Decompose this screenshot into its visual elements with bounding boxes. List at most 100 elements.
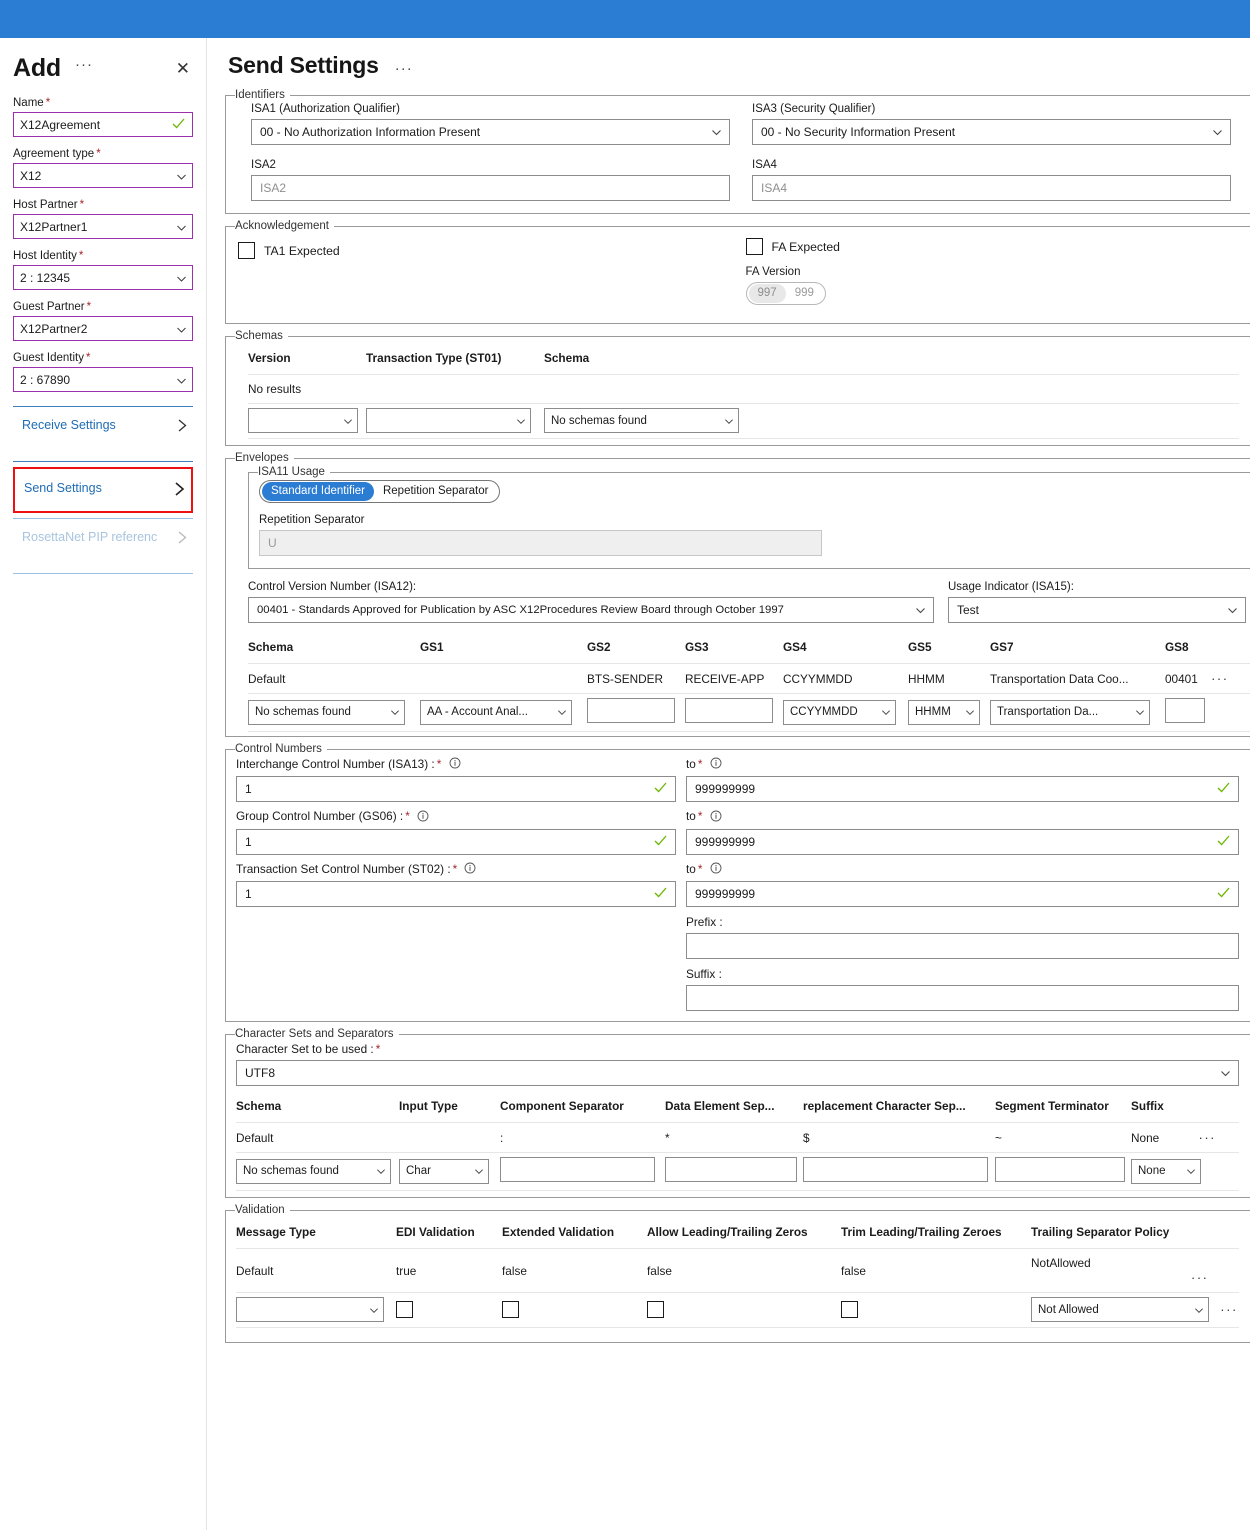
name-field[interactable]: X12Agreement (13, 112, 193, 137)
isa13-to-input[interactable]: 999999999 (686, 776, 1239, 803)
isa11-usage-toggle[interactable]: Standard Identifier Repetition Separator (259, 480, 501, 503)
gs-schema-select[interactable]: No schemas found (248, 699, 405, 725)
schemas-schema-select[interactable]: No schemas found (544, 408, 739, 433)
gs2-input[interactable] (587, 698, 675, 723)
fa-version-label: FA Version (745, 266, 801, 278)
chevron-right-icon (173, 481, 187, 500)
isa4-input[interactable]: ISA4 (752, 175, 1231, 201)
edi-validation-checkbox[interactable] (396, 1301, 413, 1319)
trailing-separator-policy-select[interactable]: Not Allowed (1031, 1297, 1209, 1323)
cell-segment-terminator (995, 1152, 1131, 1192)
input-type-select[interactable]: Char (399, 1158, 489, 1184)
info-icon[interactable] (710, 862, 722, 877)
fa-expected-row[interactable]: FA Expected (745, 238, 1232, 255)
info-icon[interactable] (417, 810, 429, 825)
gs06-label: Group Control Number (GS06) : * (236, 809, 676, 824)
cell-message-type (236, 1292, 396, 1329)
gs1-select[interactable]: AA - Account Anal... (420, 699, 572, 725)
suffix-input[interactable] (686, 985, 1239, 1012)
fa-version-option-999[interactable]: 999 (786, 284, 823, 303)
data-element-separator-input[interactable] (665, 1157, 797, 1183)
ta1-expected-row[interactable]: TA1 Expected (238, 242, 724, 259)
cell-gs3: RECEIVE-APP (685, 663, 783, 694)
validation-legend: Validation (235, 1204, 285, 1217)
row-menu-icon[interactable]: ··· (1211, 671, 1229, 686)
info-icon[interactable] (449, 757, 461, 772)
guest-identity-select[interactable]: 2 : 67890 (13, 367, 193, 392)
isa11-option-standard-identifier[interactable]: Standard Identifier (262, 482, 374, 501)
extended-validation-checkbox[interactable] (502, 1301, 519, 1319)
sidebar-item-send-settings[interactable]: Send Settings (15, 469, 191, 511)
prefix-input[interactable] (686, 933, 1239, 960)
charset-select[interactable]: UTF8 (236, 1060, 1239, 1087)
component-separator-input[interactable] (500, 1157, 655, 1183)
info-icon[interactable] (464, 862, 476, 877)
sidebar-item-rosettanet-pip-reference[interactable]: RosettaNet PIP referenc (13, 519, 193, 559)
suffix-select[interactable]: None (1131, 1158, 1201, 1184)
host-partner-select[interactable]: X12Partner1 (13, 214, 193, 239)
ta1-expected-checkbox[interactable] (238, 242, 255, 259)
charsets-schema-select[interactable]: No schemas found (236, 1158, 391, 1184)
fa-version-toggle[interactable]: 997 999 (745, 282, 826, 305)
isa1-label: ISA1 (Authorization Qualifier) (251, 103, 400, 115)
usage-indicator-select[interactable]: Test (948, 597, 1246, 623)
isa2-label: ISA2 (251, 159, 276, 171)
row-menu-icon[interactable]: ··· (1198, 1130, 1216, 1145)
blade-form: Name * X12Agreement Agreement type * X12 H… (0, 83, 206, 574)
gs06-to-input[interactable]: 999999999 (686, 828, 1239, 855)
control-version-select[interactable]: 00401 - Standards Approved for Publicati… (248, 597, 934, 623)
row-menu-icon[interactable]: ··· (1220, 1302, 1238, 1317)
gs4-select[interactable]: CCYYMMDD (783, 699, 896, 725)
st02-from-input[interactable]: 1 (236, 881, 676, 908)
trim-leading-trailing-zeroes-checkbox[interactable] (841, 1301, 858, 1319)
info-icon[interactable] (710, 757, 722, 772)
agreement-type-label: Agreement type * (13, 148, 101, 160)
fa-expected-checkbox[interactable] (745, 238, 763, 255)
blade-more-icon[interactable]: ··· (75, 57, 93, 77)
cell-input-type: Char (399, 1152, 500, 1192)
replacement-character-separator-input[interactable] (803, 1157, 988, 1183)
row-menu-icon[interactable]: ··· (1191, 1270, 1209, 1285)
isa1-select[interactable]: 00 - No Authorization Information Presen… (251, 119, 730, 145)
isa11-option-repetition-separator[interactable]: Repetition Separator (374, 482, 497, 501)
repetition-separator-input: U (259, 530, 822, 556)
gs5-select[interactable]: HHMM (908, 699, 980, 725)
gs06-from-value: 1 (245, 834, 252, 849)
divider (13, 573, 193, 574)
trailing-separator-policy-value: Not Allowed (1038, 1303, 1099, 1316)
info-icon[interactable] (710, 810, 722, 825)
fa-version-option-997[interactable]: 997 (748, 284, 786, 303)
segment-terminator-input[interactable] (995, 1157, 1125, 1183)
chevron-down-icon (711, 127, 721, 137)
isa4-placeholder-text: ISA4 (761, 181, 788, 195)
host-identity-value: 2 : 12345 (20, 270, 71, 285)
gs7-select[interactable]: Transportation Da... (990, 699, 1150, 725)
gs3-input[interactable] (685, 698, 773, 723)
gs8-input[interactable] (1165, 698, 1205, 723)
col-segment-terminator: Segment Terminator (995, 1092, 1131, 1124)
message-type-select[interactable] (236, 1297, 384, 1323)
agreement-type-select[interactable]: X12 (13, 163, 193, 188)
usage-indicator-label: Usage Indicator (ISA15): (948, 581, 1074, 593)
guest-partner-select[interactable]: X12Partner2 (13, 316, 193, 341)
validation-table: Message Type EDI Validation Extended Val… (236, 1218, 1239, 1329)
isa2-input[interactable]: ISA2 (251, 175, 730, 201)
valid-check-icon (654, 886, 667, 902)
usage-indicator-value: Test (957, 603, 980, 617)
col-replacement-character-separator: replacement Character Sep... (803, 1092, 995, 1124)
isa13-from-input[interactable]: 1 (236, 776, 676, 803)
host-identity-select[interactable]: 2 : 12345 (13, 265, 193, 290)
st02-to-input[interactable]: 999999999 (686, 881, 1239, 908)
main-more-icon[interactable]: ··· (395, 60, 413, 77)
allow-leading-trailing-zeros-checkbox[interactable] (647, 1301, 664, 1319)
cell-gs4: CCYYMMDD (783, 663, 908, 694)
valid-check-icon (1217, 781, 1230, 797)
sidebar-item-receive-settings[interactable]: Receive Settings (13, 407, 193, 447)
validation-section: Validation Message Type EDI Validation E… (225, 1204, 1250, 1344)
validation-edit-row: Not Allowed ··· (236, 1292, 1239, 1329)
close-icon[interactable]: ✕ (176, 60, 190, 77)
schemas-version-select[interactable] (248, 408, 358, 433)
schemas-transaction-type-select[interactable] (366, 408, 531, 433)
gs06-from-input[interactable]: 1 (236, 828, 676, 855)
isa3-select[interactable]: 00 - No Security Information Present (752, 119, 1231, 145)
